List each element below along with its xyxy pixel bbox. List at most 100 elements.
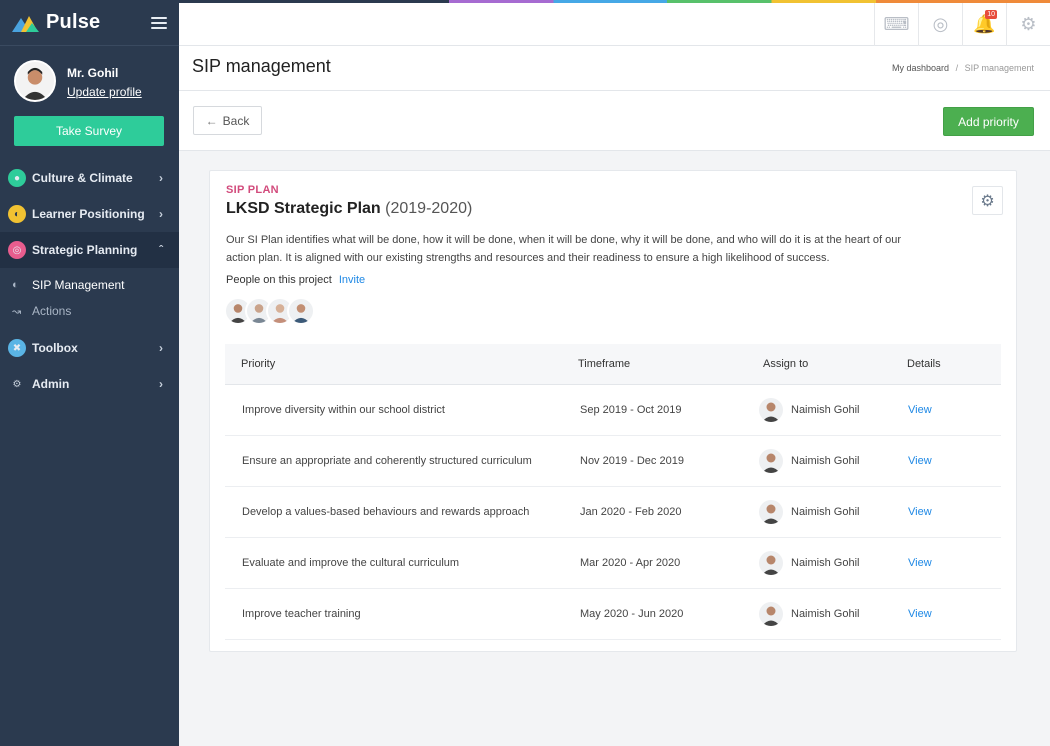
sidebar-item-label: Admin <box>32 377 70 391</box>
avatar <box>759 397 783 422</box>
assignee-cell: Naimish Gohil <box>747 537 907 589</box>
timeframe-cell: Sep 2019 - Oct 2019 <box>562 384 747 436</box>
assignee-name: Naimish Gohil <box>791 454 860 467</box>
plan-card: SIP PLAN LKSD Strategic Plan (2019-2020)… <box>209 170 1017 652</box>
assignee-cell: Naimish Gohil <box>747 588 907 640</box>
plan-description: Our SI Plan identifies what will be done… <box>226 234 902 264</box>
take-survey-button[interactable]: Take Survey <box>14 116 164 146</box>
column-header-priority[interactable]: Priority <box>225 344 562 385</box>
brand-bar: Pulse <box>0 0 179 46</box>
view-link[interactable]: View <box>907 537 1001 589</box>
avatar <box>759 499 783 524</box>
table-row: Evaluate and improve the cultural curric… <box>225 537 1001 589</box>
add-priority-button[interactable]: Add priority <box>943 107 1034 136</box>
plan-years: (2019-2020) <box>385 200 473 217</box>
sidebar-item-culture-climate[interactable]: ● Culture & Climate › <box>0 160 179 196</box>
pulse-logo-icon <box>12 15 39 32</box>
avatar[interactable] <box>287 297 315 325</box>
breadcrumb-dashboard-link[interactable]: My dashboard <box>892 63 949 73</box>
breadcrumb-separator: / <box>955 63 959 73</box>
table-row: Develop a values-based behaviours and re… <box>225 486 1001 538</box>
sidebar-item-admin[interactable]: ⚙ Admin › <box>0 366 179 402</box>
avatar <box>759 550 783 575</box>
notification-badge: 10 <box>985 10 997 19</box>
timeframe-cell: Mar 2020 - Apr 2020 <box>562 537 747 589</box>
sidebar-subnav: ◐ SIP Management ↝ Actions <box>0 268 179 330</box>
arrow-left-icon: ← <box>205 113 218 128</box>
assignee-name: Naimish Gohil <box>791 607 860 620</box>
back-button-label: Back <box>222 113 250 128</box>
chevron-right-icon: › <box>159 341 163 355</box>
plan-title-name: LKSD Strategic Plan <box>226 200 381 217</box>
keyboard-icon[interactable]: ⌨ <box>874 3 918 46</box>
help-lifebuoy-icon[interactable]: ◎ <box>918 3 962 46</box>
priority-cell: Improve teacher training <box>225 588 562 640</box>
avatar <box>759 601 783 626</box>
assignee-name: Naimish Gohil <box>791 403 860 416</box>
sidebar-nav: ● Culture & Climate › ◐ Learner Position… <box>0 160 179 402</box>
people-row: People on this project Invite <box>226 274 365 286</box>
sidebar-item-toolbox[interactable]: ✖ Toolbox › <box>0 330 179 366</box>
settings-gear-icon[interactable]: ⚙ <box>1006 3 1050 46</box>
timeframe-cell: Jan 2020 - Feb 2020 <box>562 486 747 538</box>
avatar[interactable] <box>14 60 56 102</box>
assignee-cell: Naimish Gohil <box>747 435 907 487</box>
page-header: SIP management My dashboard / SIP manage… <box>179 46 1050 91</box>
avatar <box>759 448 783 473</box>
column-header-assign-to[interactable]: Assign to <box>747 344 907 385</box>
invite-link[interactable]: Invite <box>339 274 365 286</box>
assignee-cell: Naimish Gohil <box>747 486 907 538</box>
sidebar-item-label: Strategic Planning <box>32 243 138 257</box>
timeframe-cell: Nov 2019 - Dec 2019 <box>562 435 747 487</box>
assignee-name: Naimish Gohil <box>791 556 860 569</box>
assignee-cell: Naimish Gohil <box>747 384 907 436</box>
sidebar-subitem-actions[interactable]: ↝ Actions <box>0 298 179 324</box>
plan-kicker: SIP PLAN <box>226 184 279 196</box>
sidebar-item-label: Culture & Climate <box>32 171 133 185</box>
breadcrumb-current: SIP management <box>964 63 1034 73</box>
people-label: People on this project <box>226 274 332 286</box>
chevron-right-icon: › <box>159 207 163 221</box>
line-chart-icon: ↝ <box>12 305 22 318</box>
plan-settings-gear-icon[interactable]: ⚙ <box>972 186 1003 215</box>
table-row: Improve diversity within our school dist… <box>225 384 1001 436</box>
chart-pie-icon: ◐ <box>8 205 26 223</box>
view-link[interactable]: View <box>907 384 1001 436</box>
sidebar-subitem-sip-management[interactable]: ◐ SIP Management <box>0 272 179 298</box>
bell-icon[interactable]: 🔔 10 <box>962 3 1006 46</box>
table-row: Ensure an appropriate and coherently str… <box>225 435 1001 487</box>
timeframe-cell: May 2020 - Jun 2020 <box>562 588 747 640</box>
chevron-up-icon: ˆ <box>159 243 163 257</box>
target-icon: ◎ <box>8 241 26 259</box>
sidebar: Pulse Mr. Gohil Update profile Take Surv… <box>0 0 179 746</box>
sidebar-item-label: Learner Positioning <box>32 207 145 221</box>
user-name: Mr. Gohil <box>67 66 119 80</box>
priority-cell: Evaluate and improve the cultural curric… <box>225 537 562 589</box>
top-bar-icons: ⌨ ◎ 🔔 10 ⚙ <box>874 3 1050 46</box>
priority-cell: Develop a values-based behaviours and re… <box>225 486 562 538</box>
chevron-right-icon: › <box>159 377 163 391</box>
sidebar-item-strategic-planning[interactable]: ◎ Strategic Planning ˆ <box>0 232 179 268</box>
priorities-table: Priority Timeframe Assign to Details Imp… <box>225 344 1001 640</box>
menu-toggle-icon[interactable] <box>151 16 167 29</box>
plan-title: LKSD Strategic Plan (2019-2020) <box>226 200 472 218</box>
tools-icon: ✖ <box>8 339 26 357</box>
view-link[interactable]: View <box>907 435 1001 487</box>
view-link[interactable]: View <box>907 588 1001 640</box>
gear-icon: ⚙ <box>12 378 22 390</box>
priority-cell: Improve diversity within our school dist… <box>225 384 562 436</box>
chevron-right-icon: › <box>159 171 163 185</box>
sidebar-item-learner-positioning[interactable]: ◐ Learner Positioning › <box>0 196 179 232</box>
sidebar-subitem-label: Actions <box>32 304 72 318</box>
column-header-timeframe[interactable]: Timeframe <box>562 344 747 385</box>
table-row: Improve teacher training May 2020 - Jun … <box>225 588 1001 640</box>
view-link[interactable]: View <box>907 486 1001 538</box>
column-header-details[interactable]: Details <box>907 344 1001 385</box>
back-button[interactable]: ← Back <box>193 106 262 135</box>
page-title: SIP management <box>192 56 331 76</box>
sidebar-item-label: Toolbox <box>32 341 78 355</box>
pie-icon: ◐ <box>12 279 19 291</box>
globe-icon: ● <box>8 169 26 187</box>
action-bar: ← Back Add priority <box>179 91 1050 151</box>
update-profile-link[interactable]: Update profile <box>67 85 142 99</box>
